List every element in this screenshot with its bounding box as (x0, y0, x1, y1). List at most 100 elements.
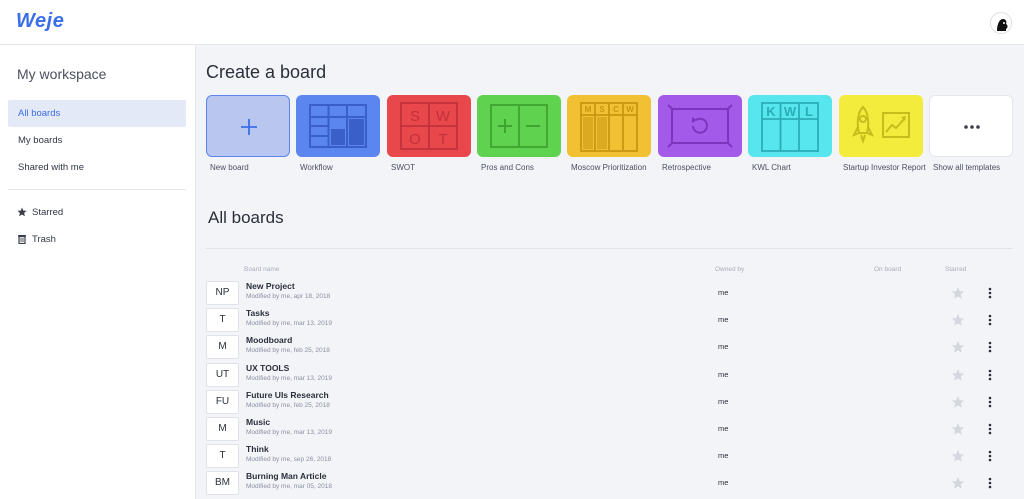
table-row[interactable]: BM Burning Man Article Modified by me, mar… (206, 470, 1012, 497)
swot-letter: O (409, 131, 421, 148)
table-row[interactable]: T Think Modified by me, sep 26, 2018 me (206, 443, 1012, 470)
sidebar-item-my-boards[interactable]: My boards (8, 127, 186, 154)
template-workflow[interactable] (296, 95, 380, 157)
column-header-name[interactable]: Board name (244, 266, 279, 273)
board-owner: me (718, 396, 729, 406)
board-name[interactable]: Future UIs Research (246, 390, 329, 400)
sidebar-item-shared-with-me[interactable]: Shared with me (8, 154, 186, 181)
template-label: Show all templates (933, 163, 1001, 172)
star-icon[interactable] (951, 286, 965, 300)
kwl-letter: W (784, 104, 797, 119)
table-row[interactable]: M Moodboard Modified by me, feb 25, 2018 me (206, 334, 1012, 361)
table-row[interactable]: M Music Modified by me, mar 13, 2019 me (206, 416, 1012, 443)
create-board-title: Create a board (206, 62, 327, 82)
template-label: Moscow Prioritization (571, 163, 647, 172)
star-icon[interactable] (951, 395, 965, 409)
workspace-title: My workspace (17, 66, 107, 82)
board-name[interactable]: Moodboard (246, 335, 292, 345)
more-vertical-icon[interactable] (986, 340, 994, 354)
template-pros-and-cons[interactable] (477, 95, 561, 157)
template-startup-investor-report[interactable] (839, 95, 923, 157)
moscow-letter: C (613, 105, 619, 114)
template-label: Pros and Cons (481, 163, 534, 172)
star-icon[interactable] (951, 368, 965, 382)
all-boards-title: All boards (208, 208, 284, 227)
board-modified: Modified by me, sep 26, 2018 (246, 456, 332, 464)
plus-icon (241, 119, 257, 135)
swot-letter: S (410, 108, 420, 125)
board-modified: Modified by me, mar 05, 2018 (246, 483, 332, 491)
board-initials: FU (206, 389, 239, 414)
more-vertical-icon[interactable] (986, 476, 994, 490)
board-modified: Modified by me, apr 18, 2018 (246, 293, 331, 300)
rocket-chart-icon (851, 105, 910, 145)
board-name[interactable]: Think (246, 444, 269, 454)
template-label: SWOT (391, 163, 415, 172)
board-initials: UT (206, 362, 239, 387)
board-modified: Modified by me, mar 13, 2019 (246, 429, 332, 436)
moscow-icon: M S C W (580, 102, 638, 152)
board-name[interactable]: UX TOOLS (246, 363, 289, 373)
star-icon (17, 207, 27, 217)
section-divider (206, 248, 1012, 249)
board-owner: me (718, 478, 729, 488)
board-initials: T (206, 444, 239, 469)
star-icon[interactable] (951, 449, 965, 463)
swot-icon: S W O T (400, 102, 458, 150)
table-row[interactable]: T Tasks Modified by me, mar 13, 2019 me (206, 307, 1012, 334)
star-icon[interactable] (951, 313, 965, 327)
board-modified: Modified by me, mar 13, 2019 (246, 374, 332, 382)
board-modified: Modified by me, feb 25, 2018 (246, 347, 330, 355)
sidebar: My workspace All boards My boards Shared… (0, 45, 196, 499)
swot-letter: W (436, 108, 451, 125)
board-owner: me (718, 451, 729, 461)
board-name[interactable]: Tasks (246, 308, 269, 318)
app-logo[interactable]: Weje (16, 10, 64, 33)
board-name[interactable]: Music (246, 417, 270, 427)
template-moscow-prioritization[interactable]: M S C W (567, 95, 651, 157)
top-bar: Weje (0, 0, 1024, 45)
sidebar-divider (8, 189, 186, 190)
template-show-all[interactable] (929, 95, 1013, 157)
column-header-owner[interactable]: Owned by (715, 266, 744, 273)
template-label: New board (210, 163, 249, 172)
moscow-letter: W (626, 105, 634, 114)
more-vertical-icon[interactable] (986, 313, 994, 327)
pros-cons-icon (490, 104, 548, 148)
star-icon[interactable] (951, 340, 965, 354)
sidebar-item-label: Starred (32, 207, 64, 218)
more-vertical-icon[interactable] (986, 395, 994, 409)
template-kwl-chart[interactable]: K W L (748, 95, 832, 157)
more-vertical-icon[interactable] (986, 422, 994, 436)
template-new-board[interactable] (206, 95, 290, 157)
swot-letter: T (438, 131, 447, 148)
more-vertical-icon[interactable] (986, 449, 994, 463)
user-avatar[interactable] (990, 12, 1012, 34)
template-label: Workflow (300, 163, 333, 172)
board-owner: me (718, 288, 729, 297)
more-vertical-icon[interactable] (986, 286, 994, 300)
template-swot[interactable]: S W O T (387, 95, 471, 157)
table-row[interactable]: FU Future UIs Research Modified by me, feb… (206, 389, 1012, 416)
kwl-icon: K W L (761, 102, 819, 152)
more-vertical-icon[interactable] (986, 368, 994, 382)
table-row[interactable]: NP New Project Modified by me, apr 18, 201… (206, 280, 1012, 307)
kwl-letter: K (766, 104, 776, 119)
column-header-on-board[interactable]: On board (874, 266, 901, 273)
more-horizontal-icon (964, 125, 980, 129)
template-label: Startup Investor Report (843, 163, 926, 172)
template-retrospective[interactable] (658, 95, 742, 157)
sidebar-item-label: Trash (32, 234, 56, 245)
sidebar-item-all-boards[interactable]: All boards (8, 100, 186, 127)
table-row[interactable]: UT UX TOOLS Modified by me, mar 13, 2019 me (206, 362, 1012, 389)
board-name[interactable]: Burning Man Article (246, 471, 326, 481)
star-icon[interactable] (951, 476, 965, 490)
template-label: Retrospective (662, 163, 711, 172)
column-header-starred[interactable]: Starred (945, 266, 966, 273)
star-icon[interactable] (951, 422, 965, 436)
board-initials: M (206, 335, 239, 360)
board-owner: me (718, 424, 729, 433)
board-name[interactable]: New Project (246, 281, 295, 291)
board-owner: me (718, 369, 729, 379)
board-initials: M (206, 417, 239, 441)
